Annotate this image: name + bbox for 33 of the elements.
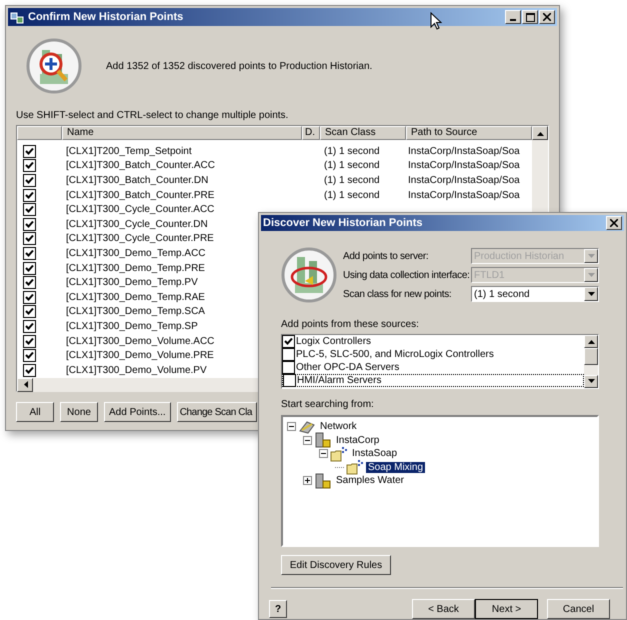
table-cell: InstaCorp/InstaSoap/Soa	[408, 174, 520, 186]
field-label: Using data collection interface:	[343, 270, 470, 280]
window-title: Confirm New Historian Points	[28, 11, 184, 23]
table-cell: [CLX1]T300_Batch_Counter.PRE	[66, 190, 214, 201]
table-cell: [CLX1]T200_Temp_Setpoint	[66, 146, 192, 157]
table-cell: [CLX1]T300_Batch_Counter.DN	[66, 174, 208, 186]
table-cell: InstaCorp/InstaSoap/Soa	[408, 146, 520, 157]
table-cell: (1) 1 second	[324, 174, 380, 186]
table-cell: [CLX1]T300_Demo_Volume.PV	[66, 364, 207, 376]
field-label: Add points to server:	[343, 250, 428, 262]
window-title: Discover New Historian Points	[263, 217, 423, 229]
table-cell: [CLX1]T300_Demo_Temp.PV	[66, 277, 198, 288]
table-cell: InstaCorp/InstaSoap/Soa	[408, 160, 520, 172]
table-cell: (1) 1 second	[324, 190, 380, 201]
section-label: Start searching from:	[281, 399, 375, 410]
table-cell: [CLX1]T300_Cycle_Counter.DN	[66, 218, 208, 230]
table-cell: [CLX1]T300_Demo_Temp.SCA	[66, 306, 205, 318]
section-label: Add points from these sources:	[281, 319, 420, 330]
instruction-text: Use SHIFT-select and CTRL-select to change multiple points.	[16, 110, 290, 121]
table-cell: [CLX1]T300_Demo_Temp.PRE	[66, 262, 205, 274]
table-cell: [CLX1]T300_Demo_Volume.PRE	[66, 350, 214, 362]
table-cell: [CLX1]T300_Demo_Temp.SP	[66, 320, 198, 332]
table-cell: [CLX1]T300_Demo_Volume.ACC	[66, 336, 214, 347]
field-label: Scan class for new points:	[343, 288, 452, 300]
table-cell: [CLX1]T300_Cycle_Counter.PRE	[66, 233, 214, 244]
table-cell: [CLX1]T300_Demo_Temp.ACC	[66, 248, 206, 259]
table-cell: [CLX1]T300_Batch_Counter.ACC	[66, 160, 215, 172]
summary-message: Add 1352 of 1352 discovered points to Production Historian.	[106, 60, 372, 72]
table-cell: [CLX1]T300_Demo_Temp.RAE	[66, 292, 205, 303]
table-cell: (1) 1 second	[324, 160, 380, 172]
table-cell: [CLX1]T300_Cycle_Counter.ACC	[66, 204, 214, 216]
table-cell: InstaCorp/InstaSoap/Soa	[408, 190, 520, 201]
table-cell: (1) 1 second	[324, 146, 380, 157]
